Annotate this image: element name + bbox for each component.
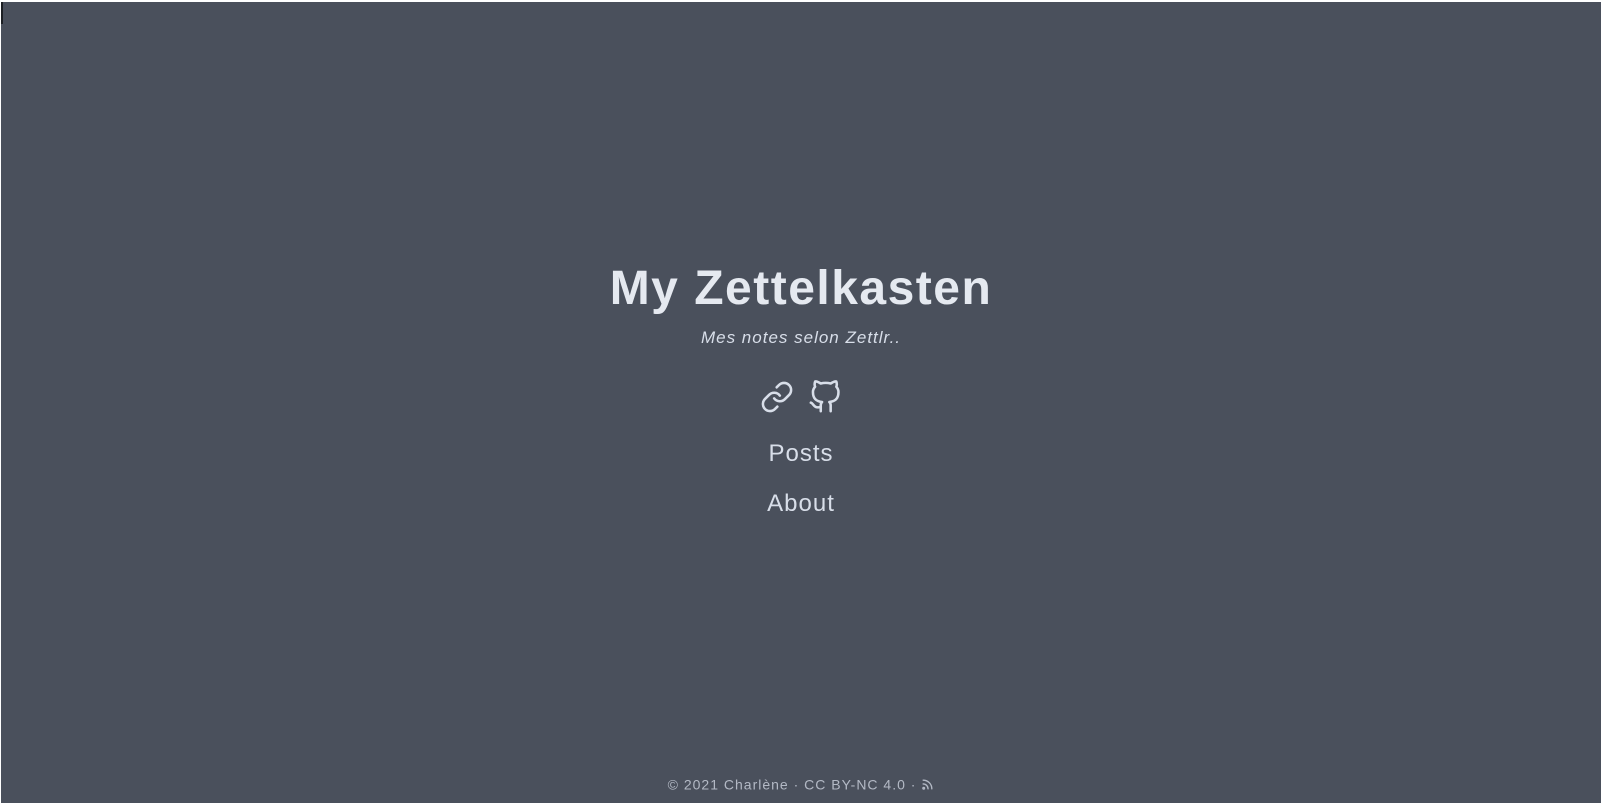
nav-item-about[interactable]: About — [1, 490, 1601, 518]
site-subtitle: Mes notes selon Zettlr.. — [700, 328, 902, 347]
footer-separator: · — [910, 776, 917, 793]
nav-item-posts[interactable]: Posts — [1, 440, 1601, 468]
footer-separator: · — [793, 776, 800, 793]
rss-icon[interactable] — [921, 778, 934, 791]
page: My Zettelkasten Mes notes selon Zettlr..… — [1, 2, 1601, 803]
footer: © 2021 Charlène · CC BY-NC 4.0 · — [1, 774, 1601, 793]
footer-license[interactable]: CC BY-NC 4.0 — [804, 776, 906, 792]
footer-copyright: © 2021 Charlène — [667, 776, 789, 793]
corner-mark — [1, 2, 3, 24]
link-icon[interactable] — [760, 380, 794, 414]
main-nav: Posts About — [1, 440, 1601, 540]
github-icon[interactable] — [808, 380, 842, 414]
site-title: My Zettelkasten — [609, 262, 993, 315]
social-links — [1, 380, 1601, 414]
